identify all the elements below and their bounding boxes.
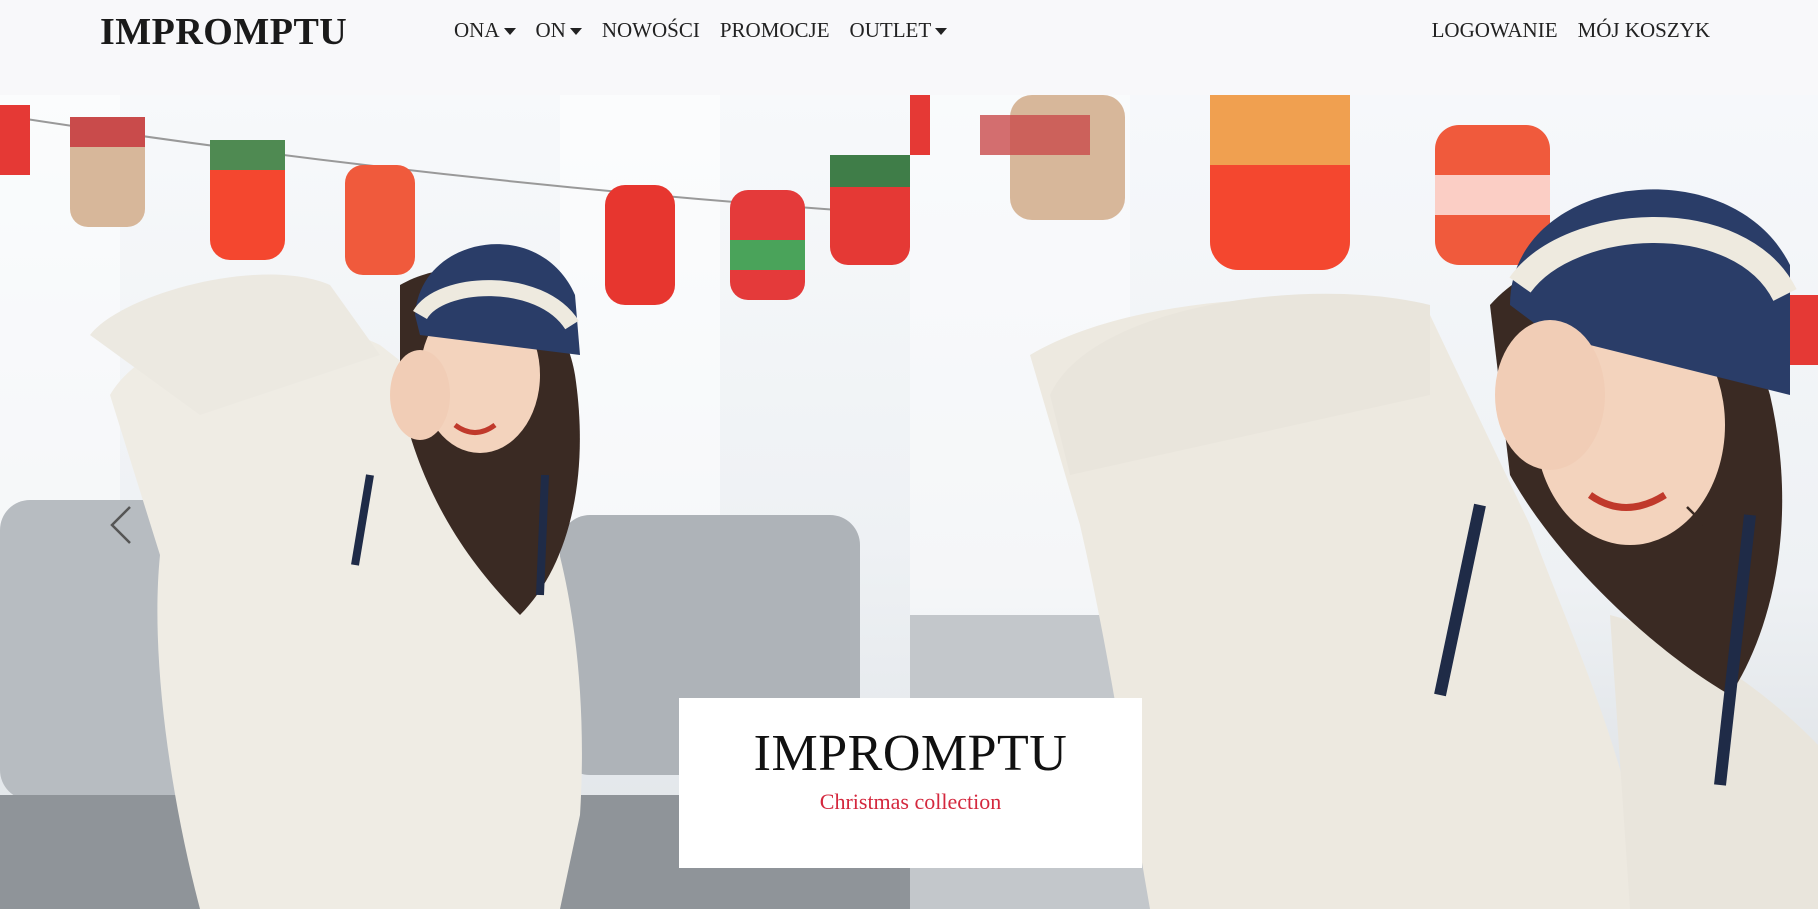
- nav-item-label: PROMOCJE: [719, 18, 830, 42]
- nav-item-nowosci[interactable]: NOWOŚCI: [602, 18, 700, 43]
- carousel-prev-button[interactable]: [92, 495, 152, 555]
- carousel-next-button[interactable]: [1665, 495, 1725, 555]
- cart-link[interactable]: MÓJ KOSZYK: [1578, 18, 1710, 43]
- chevron-left-icon: [110, 506, 131, 544]
- nav-item-label: ON: [535, 18, 566, 42]
- hero-carousel: IMPROMPTU Christmas collection: [0, 95, 1818, 909]
- nav-item-on[interactable]: ON: [536, 18, 582, 43]
- main-menu: ONA ON NOWOŚCI PROMOCJE OUTLET: [454, 18, 948, 43]
- nav-item-label: ONA: [454, 18, 500, 42]
- chevron-right-icon: [1686, 506, 1707, 544]
- brand-logo[interactable]: IMPROMPTU: [100, 10, 347, 54]
- hero-caption-title: IMPROMPTU: [753, 725, 1068, 782]
- caret-down-icon: [503, 27, 516, 35]
- account-menu: LOGOWANIE MÓJ KOSZYK: [1432, 18, 1710, 43]
- hero-caption-subtitle: Christmas collection: [819, 789, 1002, 814]
- caret-down-icon: [935, 27, 948, 35]
- nav-item-label: NOWOŚCI: [601, 18, 700, 42]
- hero-caption: IMPROMPTU Christmas collection: [679, 698, 1142, 868]
- nav-item-label: OUTLET: [849, 18, 932, 42]
- nav-item-promocje[interactable]: PROMOCJE: [720, 18, 830, 43]
- top-navbar: IMPROMPTU ONA ON NOWOŚCI PROMOCJE OUTLET…: [0, 0, 1818, 95]
- nav-item-ona[interactable]: ONA: [454, 18, 516, 43]
- nav-item-outlet[interactable]: OUTLET: [850, 18, 948, 43]
- login-link[interactable]: LOGOWANIE: [1432, 18, 1558, 43]
- caret-down-icon: [569, 27, 582, 35]
